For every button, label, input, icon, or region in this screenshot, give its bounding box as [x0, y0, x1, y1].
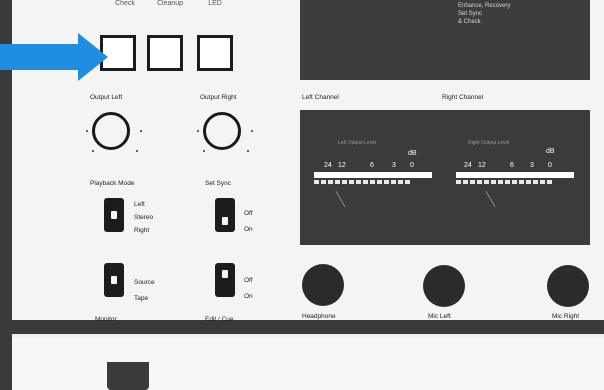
left-scale-3: 3: [392, 162, 396, 169]
right-meter-segments: [456, 180, 552, 184]
right-arrow-icon: [0, 44, 80, 70]
right-meter-needle: [485, 190, 496, 208]
arrow-head: [78, 33, 108, 81]
edit-cue-on-option: On: [244, 293, 253, 300]
check-button-label: Check: [115, 0, 135, 7]
knob-tick: [251, 130, 253, 132]
knob-tick: [92, 150, 94, 152]
left-meter-segments: [314, 180, 410, 184]
right-scale-6: 6: [510, 162, 514, 169]
knob-tick: [197, 130, 199, 132]
set-sync-label: Set Sync: [205, 180, 232, 187]
headphone-label: Headphone: [302, 313, 336, 320]
led-button-label: LED: [208, 0, 222, 7]
switch-handle: [111, 276, 117, 284]
right-scale-12: 12: [478, 162, 486, 169]
right-scale-0: 0: [548, 162, 552, 169]
left-db-label: dB: [408, 150, 417, 157]
output-left-knob[interactable]: [92, 112, 130, 150]
display-line-3: & Check: [458, 19, 481, 25]
bottom-strip: [12, 338, 604, 390]
mic-left-label: Mic Left: [428, 313, 451, 320]
bottom-tab: [107, 362, 149, 390]
playback-right-option: Right: [134, 227, 150, 234]
display-line-1: Enhance, Recovery: [458, 3, 511, 9]
playback-mode-label: Playback Mode: [90, 180, 135, 187]
monitor-tape-option: Tape: [134, 295, 149, 302]
output-left-label: Output Left: [90, 94, 123, 101]
display-line-2: Set Sync: [458, 11, 483, 17]
switch-handle: [111, 211, 117, 219]
meter-panel: Left Output Level Right Output Level dB …: [300, 110, 590, 245]
mic-left-jack[interactable]: [423, 265, 465, 307]
left-meter-bar: [314, 172, 432, 178]
left-scale-12: 12: [338, 162, 346, 169]
switch-handle: [222, 270, 228, 278]
set-sync-on-option: On: [244, 226, 253, 233]
set-sync-off-option: Off: [244, 210, 253, 217]
left-scale-6: 6: [370, 162, 374, 169]
knob-tick: [136, 150, 138, 152]
mic-right-jack[interactable]: [547, 265, 589, 307]
switch-handle: [222, 217, 228, 225]
cleanup-button-label: Cleanup: [156, 0, 184, 7]
left-scale-24: 24: [324, 162, 332, 169]
knob-tick: [203, 150, 205, 152]
right-scale-3: 3: [530, 162, 534, 169]
monitor-switch[interactable]: [104, 263, 124, 297]
mic-right-label: Mic Right: [552, 313, 580, 320]
knob-tick: [247, 150, 249, 152]
edit-cue-off-option: Off: [244, 277, 253, 284]
output-right-knob[interactable]: [203, 112, 241, 150]
set-sync-switch[interactable]: [215, 198, 235, 232]
right-channel-label: Right Channel: [442, 94, 484, 101]
led-button[interactable]: [197, 35, 233, 71]
right-meter-sublabel: Right Output Level: [468, 140, 510, 146]
knob-tick: [140, 130, 142, 132]
playback-left-option: Left: [134, 201, 145, 208]
right-meter-bar: [456, 172, 574, 178]
right-db-label: dB: [546, 148, 555, 155]
status-display: Enhance, Recovery Set Sync & Check: [300, 0, 590, 80]
left-scale-0: 0: [410, 162, 414, 169]
knob-tick: [86, 130, 88, 132]
output-right-label: Output Right: [200, 94, 237, 101]
headphone-jack[interactable]: [302, 264, 344, 306]
playback-stereo-option: Stereo: [134, 214, 154, 221]
playback-mode-switch[interactable]: [104, 198, 124, 232]
left-channel-label: Left Channel: [302, 94, 339, 101]
edit-cue-switch[interactable]: [215, 263, 235, 297]
monitor-source-option: Source: [134, 279, 155, 286]
right-scale-24: 24: [464, 162, 472, 169]
cleanup-button[interactable]: [147, 35, 183, 71]
left-meter-sublabel: Left Output Level: [338, 140, 377, 146]
edit-cue-label: Edit / Cue: [205, 316, 234, 323]
left-meter-needle: [335, 190, 346, 208]
monitor-label: Monitor: [95, 316, 117, 323]
